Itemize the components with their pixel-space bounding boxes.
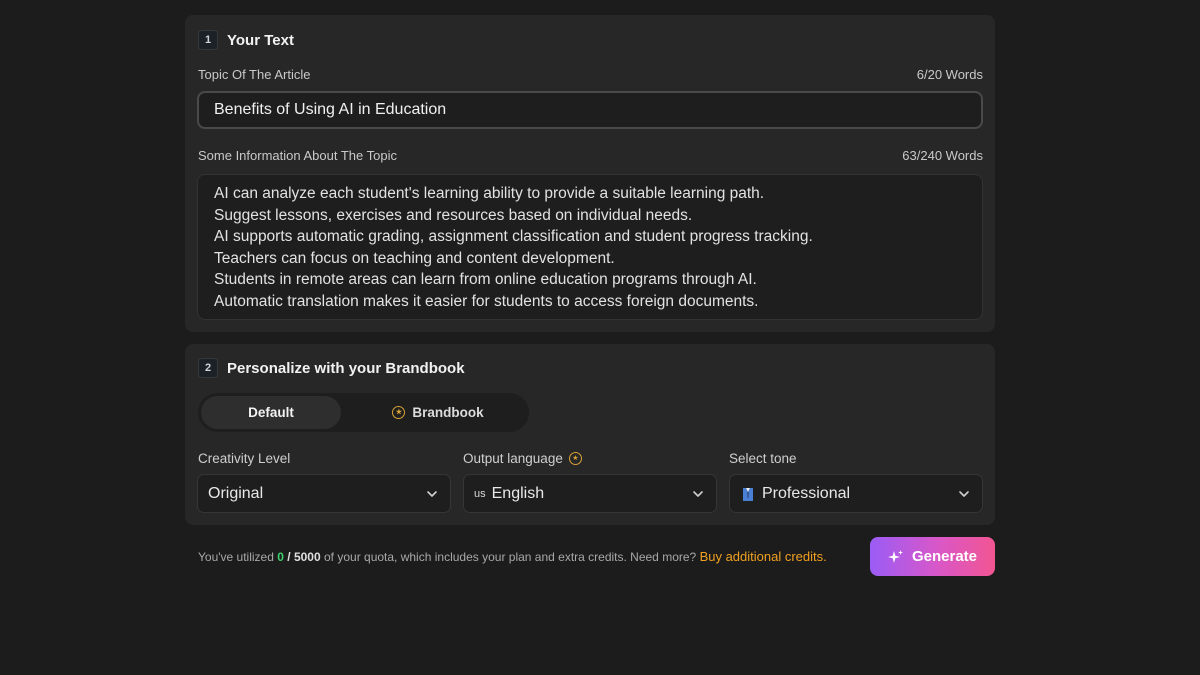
topic-input[interactable]: Benefits of Using AI in Education (197, 91, 983, 129)
toggle-default-label: Default (248, 405, 294, 420)
brandbook-toggle: Default ★ Brandbook (198, 393, 529, 432)
step-number: 2 (198, 358, 218, 378)
chevron-down-icon (959, 490, 969, 497)
creativity-label-text: Creativity Level (198, 451, 291, 466)
tone-select[interactable]: Professional (729, 474, 983, 513)
generate-label: Generate (911, 548, 978, 565)
brandbook-card: 2 Personalize with your Brandbook Defaul… (185, 344, 995, 525)
info-line: Automatic translation makes it easier fo… (214, 292, 759, 310)
language-label-text: Output language (463, 451, 563, 466)
tone-value: Professional (762, 484, 851, 502)
premium-star-icon: ★ (392, 406, 406, 419)
info-line: Teachers can focus on teaching and conte… (214, 249, 615, 267)
sparkle-icon (887, 549, 903, 563)
quota-text: You've utilized 0 / 5000 of your quota, … (198, 549, 827, 564)
step-number: 1 (198, 30, 218, 50)
info-line: AI can analyze each student's learning a… (214, 185, 765, 202)
creativity-label: Creativity Level (198, 451, 290, 466)
creativity-select[interactable]: Original (197, 474, 451, 513)
info-line: AI supports automatic grading, assignmen… (214, 228, 813, 245)
section-title: Personalize with your Brandbook (227, 359, 465, 377)
topic-label: Topic Of The Article (198, 67, 311, 82)
language-value: English (491, 484, 545, 502)
premium-star-icon: ★ (568, 452, 582, 465)
topic-word-count: 6/20 Words (916, 67, 983, 82)
generate-button[interactable]: Generate (870, 537, 995, 576)
suit-icon (743, 487, 753, 501)
your-text-card: 1 Your Text Topic Of The Article 6/20 Wo… (185, 15, 995, 332)
us-flag-icon: us (474, 487, 486, 500)
toggle-brandbook-option[interactable]: ★ Brandbook (358, 396, 518, 429)
quota-suffix: of your quota, which includes your plan … (324, 550, 697, 564)
topic-input-value: Benefits of Using AI in Education (214, 101, 447, 118)
info-word-count: 63/240 Words (902, 148, 983, 163)
language-label: Output language ★ (463, 451, 582, 466)
info-line: Suggest lessons, exercises and resources… (214, 206, 693, 224)
info-line: Students in remote areas can learn from … (214, 271, 757, 288)
section-header: 1 Your Text (198, 30, 294, 50)
topic-info-textarea[interactable]: AI can analyze each student's learning a… (197, 174, 983, 320)
language-select[interactable]: us English (463, 474, 717, 513)
creativity-value: Original (208, 484, 264, 502)
quota-total: / 5000 (287, 550, 321, 564)
quota-used: 0 (277, 550, 284, 564)
toggle-brandbook-label: Brandbook (412, 405, 484, 420)
chevron-down-icon (693, 490, 703, 497)
section-title: Your Text (227, 31, 294, 49)
chevron-down-icon (427, 490, 437, 497)
toggle-default-option[interactable]: Default (201, 396, 341, 429)
info-label: Some Information About The Topic (198, 148, 397, 163)
tone-label-text: Select tone (729, 451, 797, 466)
section-header: 2 Personalize with your Brandbook (198, 358, 465, 378)
buy-credits-link[interactable]: Buy additional credits. (700, 549, 827, 564)
quota-prefix: You've utilized (198, 550, 274, 564)
tone-label: Select tone (729, 451, 797, 466)
